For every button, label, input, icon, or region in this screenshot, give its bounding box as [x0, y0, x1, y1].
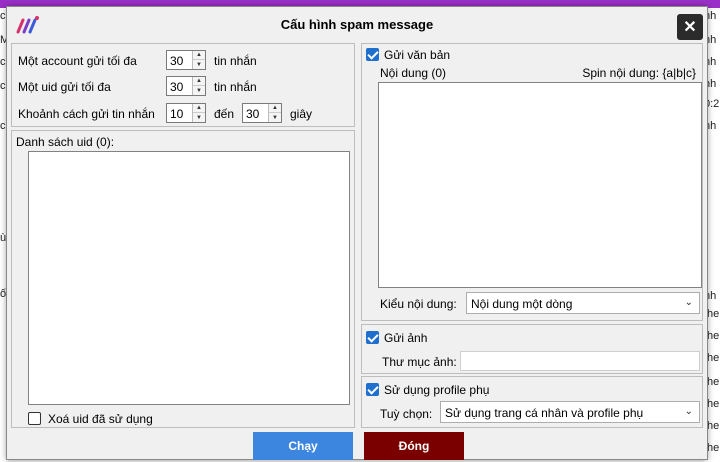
uid-limit-unit: tin nhắn — [214, 80, 257, 94]
content-count-label: Nội dung (0) — [380, 66, 447, 80]
send-image-label: Gửi ảnh — [384, 331, 428, 345]
stepper-up-icon[interactable]: ▲ — [193, 51, 205, 60]
profile-option-value: Sử dụng trang cá nhân và profile phụ — [445, 406, 644, 420]
content-type-label: Kiểu nội dung: — [380, 297, 457, 311]
profile-option-select[interactable]: Sử dụng trang cá nhân và profile phụ ⌄ — [440, 401, 700, 423]
uid-list-group: Danh sách uid (0): Xoá uid đã sử dụng — [11, 130, 355, 428]
uid-list-textarea[interactable] — [28, 151, 350, 405]
limits-group: Một account gửi tối đa 30 ▲ ▼ tin nhắn Mộ… — [11, 43, 355, 127]
dialog-titlebar[interactable]: Cấu hình spam message ✕ — [7, 7, 707, 40]
content-type-value: Nội dung một dòng — [471, 297, 573, 311]
content-textarea[interactable] — [378, 82, 702, 288]
send-image-checkbox[interactable] — [366, 331, 379, 344]
delay-unit: giây — [290, 107, 313, 121]
delay-label: Khoảnh cách gửi tin nhắn — [18, 107, 155, 121]
stepper-down-icon[interactable]: ▼ — [193, 113, 205, 122]
close-icon[interactable]: ✕ — [677, 14, 703, 40]
stepper-down-icon[interactable]: ▼ — [269, 113, 281, 122]
profile-checkbox[interactable] — [366, 383, 379, 396]
send-text-checkbox[interactable] — [366, 48, 379, 61]
send-image-group: Gửi ảnh Thư mục ảnh: — [361, 324, 703, 374]
spam-config-dialog: Cấu hình spam message ✕ Một account gửi … — [6, 6, 708, 460]
close-button[interactable]: Đóng — [364, 432, 464, 460]
send-text-label: Gửi văn bản — [384, 48, 451, 62]
dialog-title: Cấu hình spam message — [280, 17, 434, 32]
delay-from-value: 10 — [170, 107, 184, 121]
delay-to-value: 30 — [246, 107, 260, 121]
account-limit-unit: tin nhắn — [214, 54, 257, 68]
stepper-down-icon[interactable]: ▼ — [193, 60, 205, 69]
spin-hint-label: Spin nội dung: {a|b|c} — [582, 66, 696, 80]
run-button[interactable]: Chạy — [253, 432, 353, 460]
stepper-down-icon[interactable]: ▼ — [193, 86, 205, 95]
remove-used-checkbox[interactable] — [28, 412, 41, 425]
delay-from-stepper[interactable]: 10 ▲ ▼ — [166, 103, 206, 123]
stepper-up-icon[interactable]: ▲ — [193, 77, 205, 86]
account-limit-value: 30 — [170, 54, 184, 68]
account-limit-stepper[interactable]: 30 ▲ ▼ — [166, 50, 206, 70]
account-limit-label: Một account gửi tối đa — [18, 54, 137, 68]
stepper-up-icon[interactable]: ▲ — [193, 104, 205, 113]
chevron-down-icon: ⌄ — [684, 297, 693, 308]
uid-limit-value: 30 — [170, 80, 184, 94]
delay-to-label: đến — [214, 107, 235, 121]
uid-limit-label: Một uid gửi tối đa — [18, 80, 111, 94]
uid-limit-stepper[interactable]: 30 ▲ ▼ — [166, 76, 206, 96]
stepper-up-icon[interactable]: ▲ — [269, 104, 281, 113]
remove-used-label: Xoá uid đã sử dụng — [48, 412, 153, 426]
image-folder-label: Thư mục ảnh: — [382, 355, 457, 369]
profile-option-label: Tuỳ chọn: — [380, 407, 433, 421]
profile-group: Sử dụng profile phụ Tuỳ chọn: Sử dụng tr… — [361, 376, 703, 428]
profile-label: Sử dụng profile phụ — [384, 383, 490, 397]
send-text-group: Gửi văn bản Nội dung (0) Spin nội dung: … — [361, 43, 703, 321]
uid-list-label: Danh sách uid (0): — [16, 135, 115, 149]
image-folder-input[interactable] — [460, 351, 700, 371]
delay-to-stepper[interactable]: 30 ▲ ▼ — [242, 103, 282, 123]
content-type-select[interactable]: Nội dung một dòng ⌄ — [466, 292, 700, 314]
chevron-down-icon: ⌄ — [684, 406, 693, 417]
